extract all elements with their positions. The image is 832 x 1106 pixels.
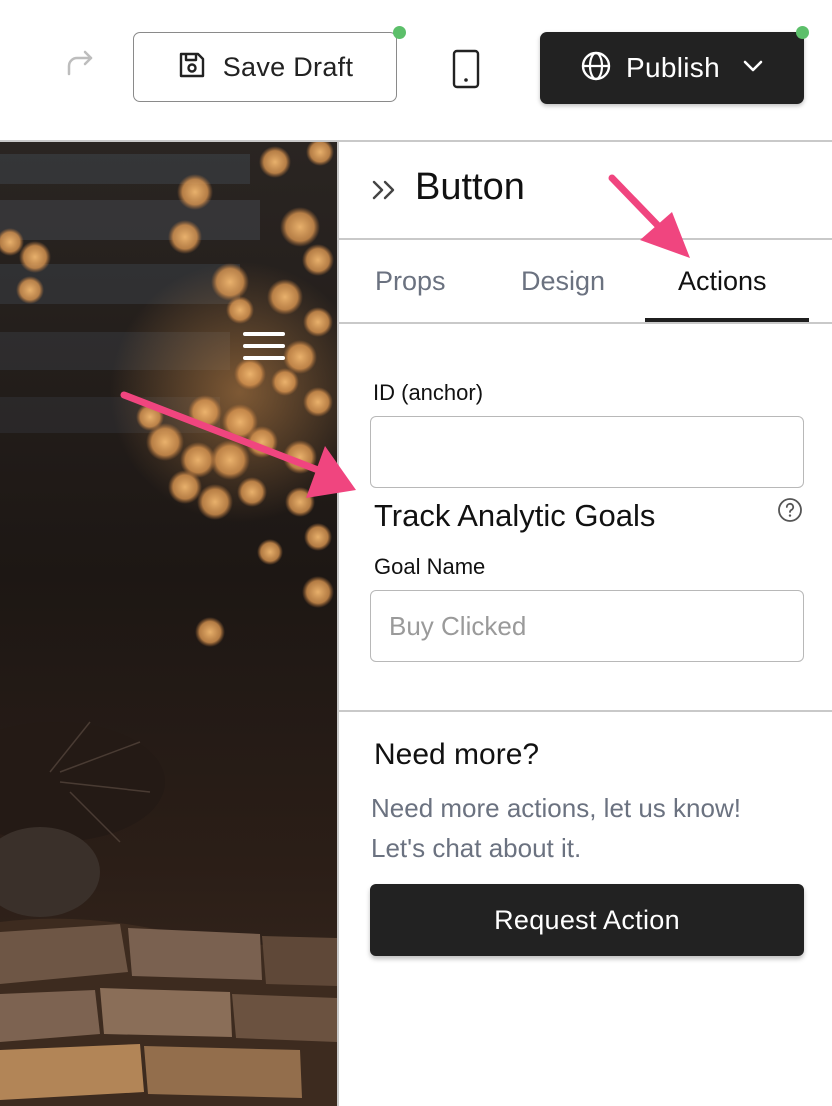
need-more-title: Need more? — [374, 738, 540, 771]
globe-icon — [580, 50, 612, 87]
undo-icon[interactable] — [0, 44, 16, 84]
publish-status-dot — [796, 26, 809, 39]
request-action-button[interactable]: Request Action — [370, 884, 804, 956]
analytics-section-title: Track Analytic Goals — [374, 498, 656, 533]
bokeh-background-image — [0, 142, 337, 1106]
page-preview-canvas[interactable] — [0, 142, 337, 1106]
request-action-label: Request Action — [494, 904, 680, 935]
save-status-dot — [393, 26, 406, 39]
id-anchor-label: ID (anchor) — [373, 380, 484, 405]
panel-header: Button — [339, 142, 832, 238]
save-draft-label: Save Draft — [222, 51, 354, 82]
section-divider — [339, 710, 832, 712]
need-more-text-line1: Need more actions, let us know! — [371, 793, 741, 823]
collapse-panel-icon[interactable] — [371, 178, 399, 202]
id-anchor-input[interactable] — [370, 416, 804, 488]
top-toolbar: Save Draft Publish — [0, 0, 832, 140]
publish-button[interactable]: Publish — [540, 32, 804, 104]
save-icon — [177, 50, 207, 85]
tab-design[interactable]: Design — [521, 266, 605, 297]
panel-title: Button — [415, 166, 525, 208]
settings-panel: Button Props Design Actions ID (anchor) … — [339, 142, 832, 1106]
need-more-text-line2: Let's chat about it. — [371, 833, 582, 863]
hamburger-menu-icon[interactable] — [243, 332, 285, 362]
tab-actions[interactable]: Actions — [678, 266, 767, 297]
mobile-device-icon[interactable] — [446, 46, 486, 92]
publish-label: Publish — [626, 52, 720, 83]
tabs-divider — [339, 322, 832, 324]
chevron-down-icon[interactable] — [742, 59, 764, 78]
tab-props[interactable]: Props — [375, 266, 446, 297]
save-draft-button[interactable]: Save Draft — [133, 32, 397, 102]
goal-name-label: Goal Name — [374, 554, 486, 579]
goal-name-input[interactable] — [370, 590, 804, 662]
redo-icon[interactable] — [60, 44, 100, 84]
help-icon[interactable] — [777, 497, 803, 523]
panel-tabs: Props Design Actions — [339, 240, 832, 324]
